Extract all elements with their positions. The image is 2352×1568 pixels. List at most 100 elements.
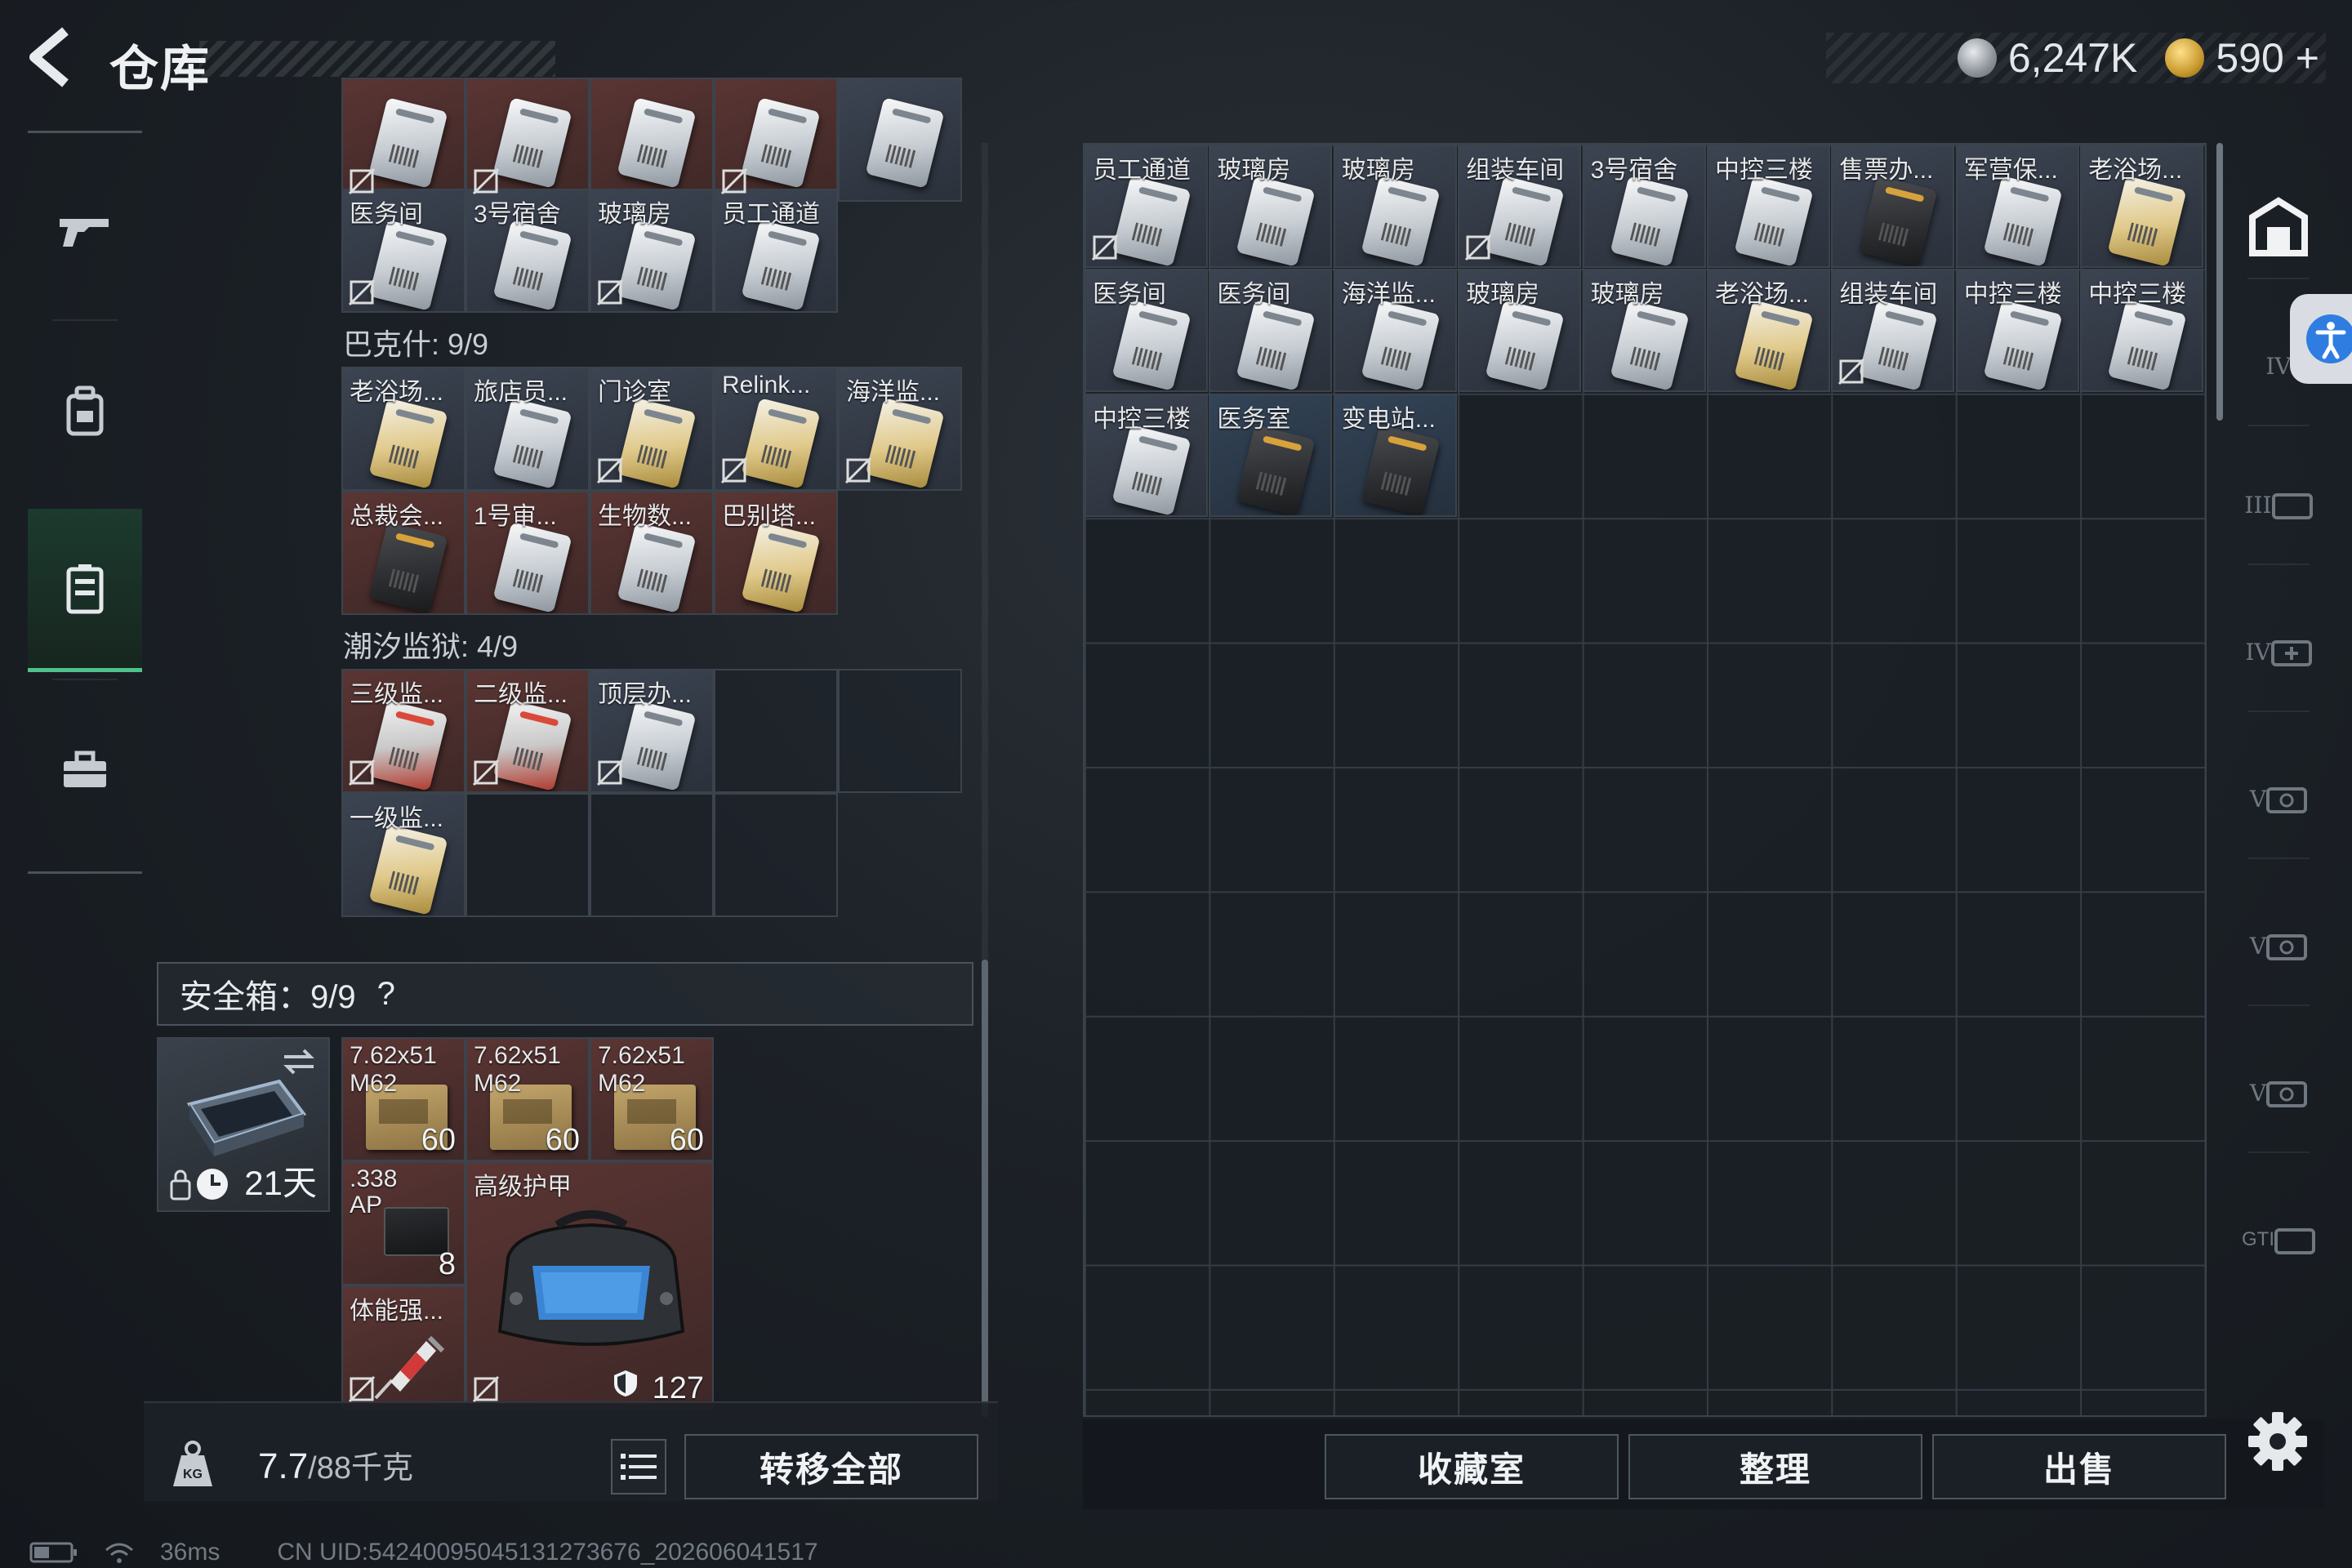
stash-keycard-slot[interactable]: 变电站... <box>1333 393 1457 517</box>
keycard-slot[interactable]: 海洋监... <box>838 367 962 491</box>
weight-max: /88千克 <box>308 1451 413 1486</box>
keycard-slot[interactable]: 生物数... <box>590 491 714 615</box>
keycard-icon <box>1610 176 1690 266</box>
stash-keycard-slot[interactable]: 海洋监... <box>1333 269 1457 393</box>
keycard-icon <box>1361 425 1441 515</box>
ammo-item[interactable]: .338 AP 8 <box>341 1161 466 1285</box>
stash-keycard-slot[interactable]: 老浴场... <box>2080 145 2204 268</box>
armor-item[interactable]: 高级护甲 127 <box>466 1161 714 1410</box>
keycard-slot[interactable]: 医务间 <box>341 189 466 313</box>
stash-keycard-slot[interactable]: 员工通道 <box>1085 145 1208 268</box>
stash-tab-4[interactable]: IV <box>2239 612 2318 691</box>
empty-slot[interactable] <box>466 793 590 917</box>
stash-keycard-slot[interactable]: 玻璃房 <box>1458 269 1582 393</box>
keycard-slot[interactable]: Relink... <box>714 367 838 491</box>
list-view-button[interactable] <box>611 1439 666 1494</box>
keycard-icon <box>2107 176 2187 266</box>
rail-backpack[interactable] <box>28 329 142 492</box>
ammo-item[interactable]: 7.62x51 M62 60 <box>341 1037 466 1161</box>
keycard-slot[interactable]: 玻璃房 <box>590 189 714 313</box>
keycard-slot[interactable]: 员工通道 <box>714 189 838 313</box>
keycard-slot[interactable] <box>466 78 590 202</box>
stash-keycard-slot[interactable]: 玻璃房 <box>1209 145 1333 268</box>
rail-toolbox[interactable] <box>28 688 142 852</box>
collection-room-button[interactable]: 收藏室 <box>1325 1434 1619 1499</box>
keycard-slot[interactable]: 巴别塔... <box>714 491 838 615</box>
stash-keycard-slot[interactable]: 军营保... <box>1955 145 2079 268</box>
stash-keycard-slot[interactable]: 中控三楼 <box>1085 393 1208 517</box>
swap-icon[interactable] <box>279 1045 318 1078</box>
empty-slot[interactable] <box>714 669 838 793</box>
weight-icon: KG <box>173 1441 212 1486</box>
safe-case-icon <box>2266 1081 2308 1107</box>
untradable-icon <box>1838 359 1865 385</box>
stim-item[interactable]: 体能强... <box>341 1285 466 1410</box>
keycard-slot[interactable]: 一级监... <box>341 793 466 917</box>
stash-keycard-slot[interactable]: 医务间 <box>1209 269 1333 393</box>
stash-keycard-slot[interactable]: 玻璃房 <box>1333 145 1457 268</box>
keycard-slot[interactable]: 1号审... <box>466 491 590 615</box>
keycard-slot[interactable]: 老浴场... <box>341 367 466 491</box>
stash-item-label: 组装车间 <box>1839 281 1938 309</box>
empty-slot[interactable] <box>714 793 838 917</box>
stash-keycard-slot[interactable]: 老浴场... <box>1707 269 1830 393</box>
keycard-slot[interactable]: 顶层办... <box>590 669 714 793</box>
keycard-icon <box>1236 176 1316 266</box>
keycard-icon <box>1485 300 1565 391</box>
lock-timer-icon <box>170 1169 228 1200</box>
keycard-icon <box>1111 425 1192 515</box>
transfer-all-button[interactable]: 转移全部 <box>684 1434 978 1499</box>
keycard-icon <box>1858 300 1938 391</box>
briefcase-icon <box>64 751 106 787</box>
stash-tab-8[interactable]: GTI <box>2239 1200 2318 1279</box>
safe-box-container[interactable]: 21天 <box>157 1037 330 1212</box>
stash-keycard-slot[interactable]: 组装车间 <box>1831 269 1955 393</box>
stash-tab-5[interactable]: V <box>2239 760 2318 838</box>
stash-tab-main[interactable] <box>2239 188 2318 266</box>
keycard-slot[interactable]: 三级监... <box>341 669 466 793</box>
stash-item-label: 中控三楼 <box>1963 281 2062 309</box>
sell-button[interactable]: 出售 <box>1932 1434 2226 1499</box>
keycard-slot[interactable]: 旅店员... <box>466 367 590 491</box>
stash-scroll-thumb[interactable] <box>2216 143 2223 421</box>
rail-keycards[interactable] <box>28 509 142 672</box>
stash-keycard-slot[interactable]: 售票办... <box>1831 145 1955 268</box>
keycard-slot[interactable] <box>341 78 466 202</box>
ammo-item[interactable]: 7.62x51 M62 60 <box>590 1037 714 1161</box>
organize-button[interactable]: 整理 <box>1628 1434 1922 1499</box>
stash-keycard-slot[interactable]: 中控三楼 <box>1707 145 1830 268</box>
keycard-slot[interactable]: 总裁会... <box>341 491 466 615</box>
stash-item-label: 玻璃房 <box>1341 157 1415 184</box>
keycard-slot[interactable]: 门诊室 <box>590 367 714 491</box>
add-gold-button[interactable]: + <box>2296 34 2319 82</box>
keycard-slot[interactable]: 3号宿舍 <box>466 189 590 313</box>
ammo-item[interactable]: 7.62x51 M62 60 <box>466 1037 590 1161</box>
stash-tab-7[interactable]: V <box>2239 1054 2318 1132</box>
rail-weapons[interactable] <box>28 149 142 313</box>
settings-button[interactable] <box>2244 1408 2311 1475</box>
accessibility-button[interactable] <box>2290 294 2352 384</box>
left-scroll-thumb[interactable] <box>982 960 988 1417</box>
stash-tab-6[interactable]: V <box>2239 906 2318 985</box>
accessibility-icon <box>2306 314 2352 363</box>
stash-keycard-slot[interactable]: 医务间 <box>1085 269 1208 393</box>
left-scroll-track[interactable] <box>982 143 988 1417</box>
stash-keycard-slot[interactable]: 3号宿舍 <box>1582 145 1706 268</box>
stash-tab-3[interactable]: III <box>2239 466 2318 544</box>
help-button[interactable]: ? <box>377 976 395 1013</box>
stash-keycard-slot[interactable]: 组装车间 <box>1458 145 1582 268</box>
safe-box-days-left: 21天 <box>244 1164 317 1202</box>
untradable-icon <box>596 759 624 786</box>
stash-keycard-slot[interactable]: 中控三楼 <box>2080 269 2204 393</box>
stash-keycard-slot[interactable]: 中控三楼 <box>1955 269 2079 393</box>
keycard-slot[interactable] <box>838 78 962 202</box>
empty-slot[interactable] <box>590 793 714 917</box>
keycard-icon <box>1485 176 1565 266</box>
stash-keycard-slot[interactable]: 医务室 <box>1209 393 1333 517</box>
keycard-slot[interactable]: 二级监... <box>466 669 590 793</box>
stash-keycard-slot[interactable]: 玻璃房 <box>1582 269 1706 393</box>
keycard-slot[interactable] <box>590 78 714 202</box>
back-button[interactable] <box>23 24 88 98</box>
empty-slot[interactable] <box>838 669 962 793</box>
keycard-slot[interactable] <box>714 78 838 202</box>
